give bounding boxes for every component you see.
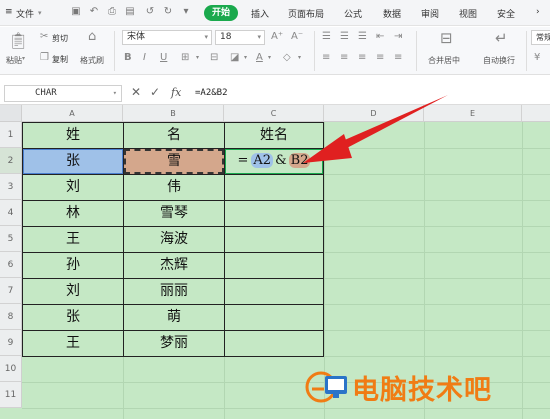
arrow-head	[303, 134, 352, 163]
watermark-logo	[305, 371, 347, 403]
arrow-shaft	[340, 95, 448, 150]
spreadsheet-app: ≡ 文件 ▾ ▣ ↶ ⎙ ▤ ↺ ↻ ▾ 开始 插入 页面布局 公式 数据 审阅…	[0, 0, 550, 419]
watermark-text: 电脑技术吧	[352, 375, 492, 406]
watermark: 电脑技术吧	[305, 366, 545, 406]
annotation-arrow	[303, 95, 448, 163]
